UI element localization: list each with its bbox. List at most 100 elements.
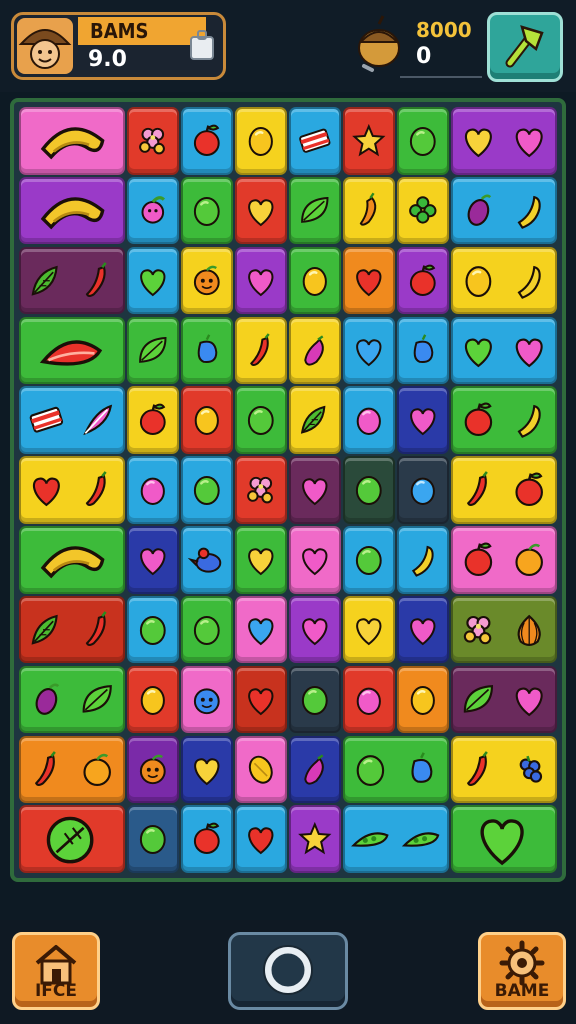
board-tile[interactable] [235, 386, 287, 454]
board-tile[interactable] [451, 177, 557, 245]
board-tile[interactable] [19, 665, 125, 734]
board-tile[interactable] [289, 386, 341, 454]
acorn-coin-icon [352, 12, 406, 76]
board-tile[interactable] [289, 665, 341, 734]
board-tile[interactable] [397, 177, 449, 245]
board-tile[interactable] [289, 805, 341, 873]
board-tile[interactable] [343, 456, 395, 524]
board-tile[interactable] [289, 526, 341, 594]
board-tile[interactable] [343, 177, 395, 245]
board-tile[interactable] [289, 177, 341, 245]
board-tile[interactable] [19, 526, 125, 594]
board-tile[interactable] [451, 735, 557, 803]
bag-icon[interactable] [189, 29, 215, 61]
board-tile[interactable] [127, 177, 179, 245]
board-tile[interactable] [19, 595, 125, 664]
game-button[interactable]: BAME [478, 932, 566, 1010]
board-tile[interactable] [181, 805, 233, 873]
board-tile[interactable] [19, 177, 125, 245]
board-tile[interactable] [397, 246, 449, 315]
board-tile[interactable] [235, 316, 287, 385]
melon-icon [40, 340, 103, 366]
board-tile[interactable] [127, 805, 179, 873]
board-tile[interactable] [397, 665, 449, 734]
board-tile[interactable] [451, 107, 557, 175]
board-tile[interactable] [127, 386, 179, 454]
board-tile[interactable] [343, 386, 395, 454]
board-tile[interactable] [127, 107, 179, 175]
board-tile[interactable] [181, 246, 233, 315]
leafy-icon [301, 406, 326, 435]
board-tile[interactable] [235, 246, 287, 315]
board-tile[interactable] [127, 316, 179, 385]
board-tile[interactable] [343, 526, 395, 594]
bigheart-icon [480, 819, 524, 866]
board-tile[interactable] [235, 177, 287, 245]
board-tile[interactable] [235, 805, 287, 873]
board-tile[interactable] [181, 177, 233, 245]
board-tile[interactable] [127, 246, 179, 315]
board-tile[interactable] [343, 595, 395, 664]
board-tile[interactable] [127, 665, 179, 734]
board-tile[interactable] [343, 805, 449, 873]
board-tile[interactable] [19, 735, 125, 803]
board-tile[interactable] [181, 107, 233, 175]
board-tile[interactable] [181, 735, 233, 803]
board-tile[interactable] [451, 805, 557, 873]
board-tile[interactable] [19, 107, 125, 175]
board-tile[interactable] [451, 526, 557, 594]
board-tile[interactable] [343, 665, 395, 734]
board-tile[interactable] [181, 386, 233, 454]
board-tile[interactable] [397, 456, 449, 524]
board-tile[interactable] [19, 316, 125, 385]
player-panel[interactable]: BAMS 9.0 [11, 12, 226, 80]
home-button[interactable]: IFCE [12, 932, 100, 1010]
heartred-icon [248, 688, 274, 715]
star-icon [298, 822, 332, 855]
board-tile[interactable] [451, 595, 557, 664]
board-tile[interactable] [397, 316, 449, 385]
board-tile[interactable] [127, 526, 179, 594]
heartred-icon [33, 471, 107, 507]
peas-icon [351, 832, 440, 848]
board-tile[interactable] [451, 456, 557, 524]
board-tile[interactable] [181, 665, 233, 734]
board-tile[interactable] [289, 595, 341, 664]
board-tile[interactable] [289, 316, 341, 385]
hammer-boost-button[interactable] [487, 12, 563, 82]
board-tile[interactable] [289, 456, 341, 524]
board-tile[interactable] [343, 246, 395, 315]
board-tile[interactable] [343, 316, 395, 385]
board-tile[interactable] [19, 456, 125, 524]
board-tile[interactable] [343, 107, 395, 175]
board-tile[interactable] [181, 456, 233, 524]
board-tile[interactable] [19, 386, 125, 454]
board-tile[interactable] [451, 316, 557, 385]
board-tile[interactable] [235, 665, 287, 734]
board-tile[interactable] [19, 246, 125, 315]
center-ring-button[interactable] [228, 932, 348, 1010]
board-tile[interactable] [397, 386, 449, 454]
board-tile[interactable] [451, 246, 557, 315]
board-tile[interactable] [397, 107, 449, 175]
board-tile[interactable] [181, 595, 233, 664]
board-tile[interactable] [181, 526, 233, 594]
board-tile[interactable] [181, 316, 233, 385]
board-tile[interactable] [289, 246, 341, 315]
board-tile[interactable] [289, 735, 341, 803]
board-tile[interactable] [451, 386, 557, 454]
board-tile[interactable] [343, 735, 449, 803]
board-tile[interactable] [451, 665, 557, 734]
board-tile[interactable] [235, 456, 287, 524]
board-tile[interactable] [235, 526, 287, 594]
board-tile[interactable] [235, 595, 287, 664]
board-tile[interactable] [397, 526, 449, 594]
board-tile[interactable] [127, 735, 179, 803]
board-tile[interactable] [235, 735, 287, 803]
board-tile[interactable] [235, 107, 287, 175]
board-tile[interactable] [19, 805, 125, 873]
board-tile[interactable] [289, 107, 341, 175]
board-tile[interactable] [127, 456, 179, 524]
board-tile[interactable] [127, 595, 179, 664]
board-tile[interactable] [397, 595, 449, 664]
